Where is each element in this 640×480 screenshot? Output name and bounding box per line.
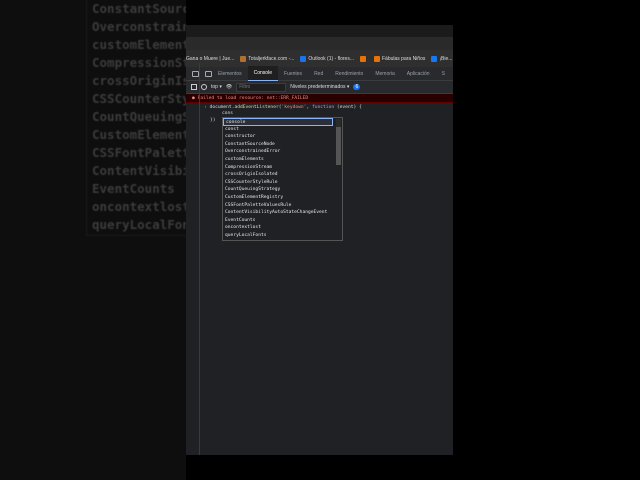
background-list-item: ContentVisibilityAutoStateChangeEvent <box>92 163 186 178</box>
autocomplete-item[interactable]: queryLocalFonts <box>223 232 342 240</box>
console-output[interactable]: › document.addEventListener('keydown', f… <box>186 63 453 455</box>
tab-strip <box>186 37 453 50</box>
bookmark-label: Totaljerkface.com -... <box>248 55 295 62</box>
autocomplete-item[interactable]: OverconstrainedError <box>223 148 342 156</box>
background-list-item: CountQueuingStrategy <box>92 109 186 124</box>
background-list-item: EventCounts <box>92 181 175 196</box>
background-list-item: ConstantSourceNode <box>92 1 186 16</box>
bookmark-label: Outlook (1) - flores... <box>308 55 354 62</box>
autocomplete-scrollbar[interactable] <box>336 119 341 165</box>
background-list-item: OverconstrainedError <box>92 19 186 34</box>
background-list: ConstantSourceNode OverconstrainedError cu… <box>86 0 186 236</box>
autocomplete-item[interactable]: ConstantSourceNode <box>223 141 342 149</box>
closing-brace: }) <box>210 118 216 123</box>
browser-window: Gana o Muere | Jue... Totaljerkface.com -… <box>186 25 453 455</box>
autocomplete-item[interactable]: customElements <box>223 156 342 164</box>
context-label: top <box>211 84 218 90</box>
error-text: Failed to load resource: net::ERR_FAILED <box>197 96 309 101</box>
bookmark[interactable] <box>360 55 368 62</box>
background-list-item: CompressionStream <box>92 55 186 70</box>
background-list-item: CSSFontPaletteValuesRule <box>92 145 186 160</box>
typed-text[interactable]: cons <box>222 111 233 116</box>
console-toolbar: top ▾ 👁 Filtro Niveles predeterminados ▾… <box>186 81 453 94</box>
autocomplete-item[interactable]: CSSCounterStyleRule <box>223 179 342 187</box>
background-blur: ConstantSourceNode OverconstrainedError cu… <box>0 0 186 480</box>
bookmark[interactable]: Outlook (1) - flores... <box>300 55 354 62</box>
bookmark-label: ¡Bie... <box>439 55 453 62</box>
background-list-item: customElements <box>92 37 186 52</box>
tab-s[interactable]: S <box>436 67 451 81</box>
error-message: ● Failed to load resource: net::ERR_FAIL… <box>186 94 453 103</box>
autocomplete-item[interactable]: console <box>223 118 333 126</box>
title-bar <box>186 25 453 37</box>
autocomplete-item[interactable]: const <box>223 126 342 134</box>
bookmark[interactable]: ¡Bie... <box>431 55 453 62</box>
device-toolbar-icon[interactable] <box>205 70 212 77</box>
bookmark-favicon-icon <box>374 55 380 62</box>
autocomplete-item[interactable]: oncontextlost <box>223 224 342 232</box>
bookmark[interactable]: Totaljerkface.com -... <box>240 55 295 62</box>
clear-console-icon[interactable] <box>201 84 207 90</box>
bookmark[interactable]: Gana o Muere | Jue... <box>186 56 234 62</box>
autocomplete-item[interactable]: CustomElementRegistry <box>223 194 342 202</box>
bookmark-favicon-icon <box>240 55 247 62</box>
levels-label: Niveles predeterminados <box>290 84 346 90</box>
bookmarks-bar: Gana o Muere | Jue... Totaljerkface.com -… <box>186 50 453 67</box>
tab-red[interactable]: Red <box>308 67 329 81</box>
issues-badge[interactable]: 6 <box>353 84 361 90</box>
bookmark-favicon-icon <box>300 55 307 62</box>
tab-fuentes[interactable]: Fuentes <box>278 67 308 81</box>
context-select[interactable]: top ▾ <box>211 84 222 90</box>
autocomplete-item[interactable]: EventCounts <box>223 217 342 225</box>
background-list-item: oncontextlost <box>92 199 186 214</box>
background-list-item: CustomElementRegistry <box>92 127 186 142</box>
inspect-icon[interactable] <box>192 70 199 77</box>
devtools-tabs: Elementos Console Fuentes Red Rendimiento Mem… <box>186 66 453 81</box>
tab-elementos[interactable]: Elementos <box>212 67 248 81</box>
autocomplete-list: console const constructor ConstantSourceNod… <box>222 117 343 241</box>
sidebar-toggle-icon[interactable] <box>191 84 197 90</box>
background-list-item: CSSCounterStyleRule <box>92 91 186 106</box>
autocomplete-item[interactable]: ContentVisibilityAutoStateChangeEvent <box>223 209 342 217</box>
tab-aplicación[interactable]: Aplicación <box>401 67 436 81</box>
levels-select[interactable]: Niveles predeterminados ▾ <box>290 84 349 90</box>
bookmark-label: Gana o Muere | Jue... <box>186 55 235 62</box>
background-list-item: crossOriginIsolated <box>92 73 186 88</box>
code-line-1: › document.addEventListener('keydown', f… <box>204 105 362 110</box>
background-list-item: queryLocalFonts <box>92 217 186 232</box>
bookmark-favicon-icon <box>431 55 438 62</box>
filter-input[interactable]: Filtro <box>236 82 287 92</box>
eye-icon[interactable]: 👁 <box>226 84 232 90</box>
tab-console[interactable]: Console <box>247 66 278 81</box>
autocomplete-item[interactable]: CountQueuingStrategy <box>223 186 342 194</box>
tab-memoria[interactable]: Memoria <box>369 67 400 81</box>
tab-rendimiento[interactable]: Rendimiento <box>329 67 369 81</box>
autocomplete-item[interactable]: crossOriginIsolated <box>223 171 342 179</box>
autocomplete-item[interactable]: CompressionStream <box>223 164 342 172</box>
autocomplete-item[interactable]: constructor <box>223 133 342 141</box>
bookmark-label: Fábulas para Niños <box>382 55 426 62</box>
bookmark[interactable]: Fábulas para Niños <box>374 55 426 62</box>
bookmark-favicon-icon <box>360 55 366 62</box>
autocomplete-item[interactable]: CSSFontPaletteValuesRule <box>223 202 342 210</box>
